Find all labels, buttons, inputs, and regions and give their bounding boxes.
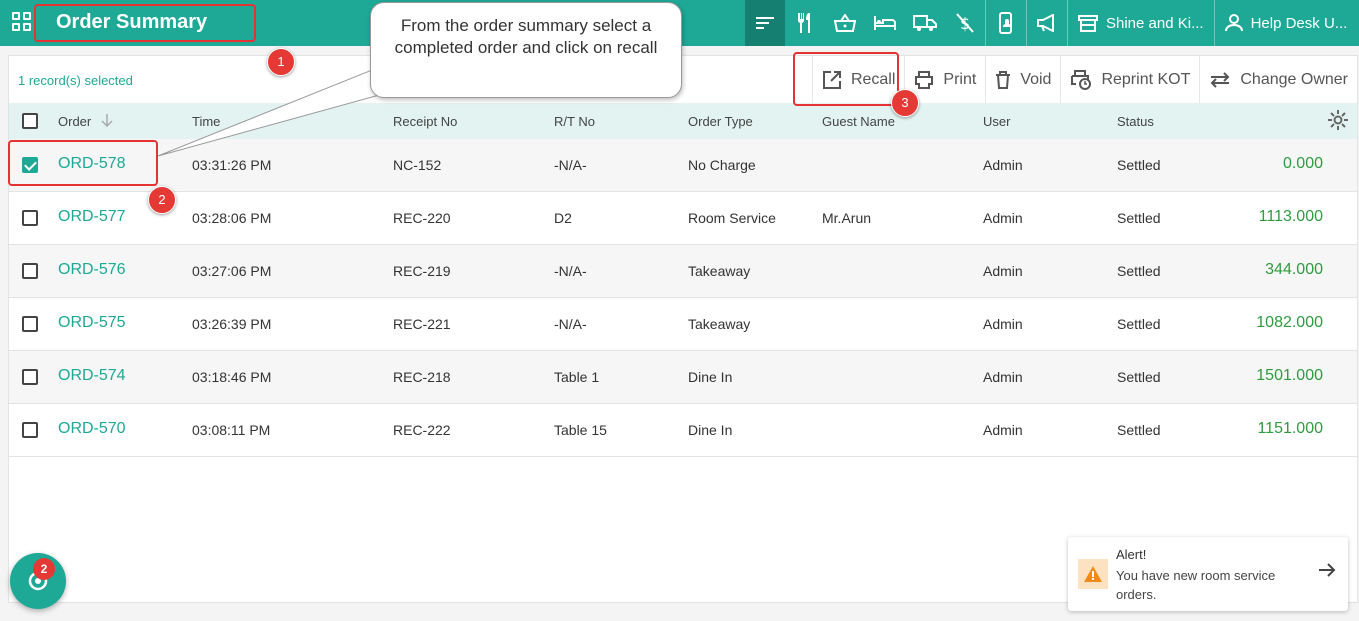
- fab-badge: 2: [33, 558, 55, 580]
- alert-message: You have new room service orders.: [1116, 568, 1276, 602]
- warning-icon: [1078, 559, 1108, 589]
- instruction-callout: From the order summary select a complete…: [370, 2, 682, 98]
- arrow-right-icon[interactable]: [1318, 562, 1336, 578]
- callout-pointer: [157, 61, 413, 157]
- alert-toast[interactable]: Alert! You have new room service orders.: [1068, 537, 1348, 611]
- alert-title: Alert!: [1116, 547, 1147, 562]
